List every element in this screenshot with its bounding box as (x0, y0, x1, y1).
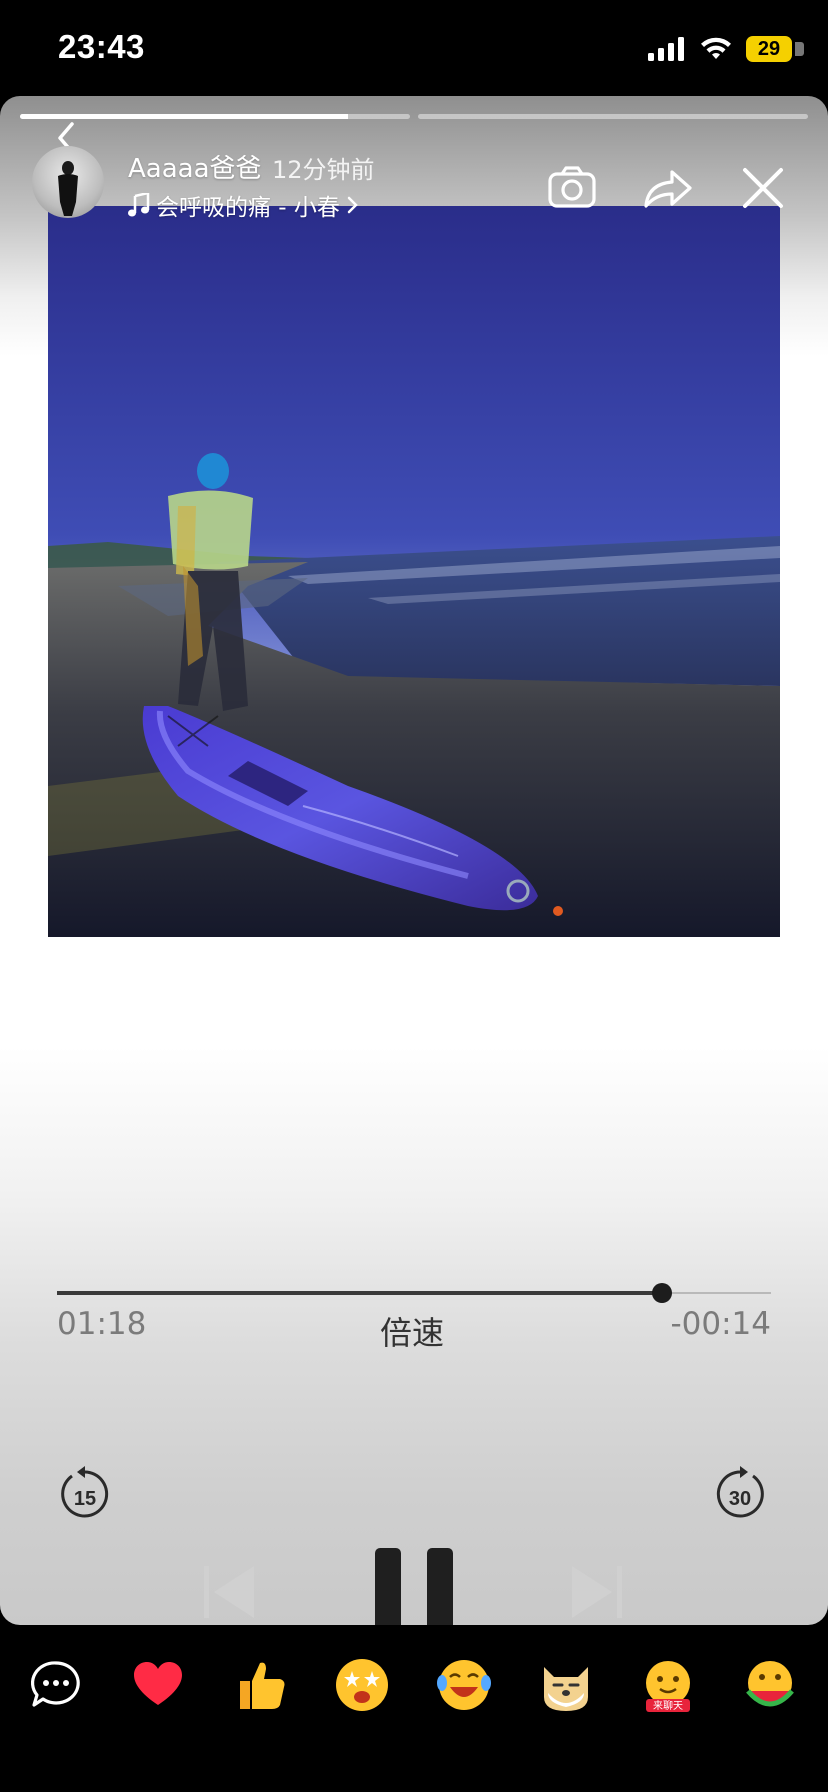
status-bar: 23:43 29 (0, 0, 828, 96)
hugging-chat-emoji[interactable]: 来聊天 (640, 1657, 696, 1713)
comment-bubble-icon[interactable] (28, 1657, 84, 1713)
music-info[interactable]: 会呼吸的痛 - 小春 (128, 188, 360, 222)
cellular-signal-icon (648, 37, 684, 61)
status-time: 23:43 (58, 28, 145, 65)
camera-icon[interactable] (546, 162, 598, 214)
watermelon-emoji[interactable] (742, 1657, 798, 1713)
forward-label: 30 (729, 1488, 751, 1510)
hugging-chat-badge: 来聊天 (653, 1699, 683, 1712)
battery-level: 29 (757, 37, 781, 60)
story-header: Aaaaa爸爸 12分钟前 会呼吸的痛 - 小春 (0, 96, 828, 296)
story-photo (48, 206, 780, 937)
avatar[interactable] (32, 146, 104, 218)
time-remaining: -00:14 (670, 1306, 771, 1342)
wifi-icon (701, 37, 731, 59)
share-icon[interactable] (642, 162, 694, 214)
thumbs-up-emoji[interactable] (232, 1657, 288, 1713)
star-eyes-emoji[interactable] (334, 1657, 390, 1713)
reaction-bar: 来聊天 (0, 1625, 828, 1792)
scrubber-knob[interactable] (652, 1283, 673, 1303)
story-card: Aaaaa爸爸 12分钟前 会呼吸的痛 - 小春 01:18 倍速 -00:14… (0, 96, 828, 1625)
laughing-tears-emoji[interactable] (436, 1657, 492, 1713)
previous-track-icon[interactable] (202, 1564, 258, 1620)
post-time: 12分钟前 (272, 156, 375, 184)
rewind-15-icon[interactable]: 15 (58, 1464, 112, 1522)
forward-30-icon[interactable]: 30 (713, 1464, 767, 1522)
status-icons: 29 (648, 34, 804, 64)
time-elapsed: 01:18 (57, 1306, 147, 1342)
next-track-icon[interactable] (568, 1564, 624, 1620)
battery-icon: 29 (746, 36, 804, 62)
close-icon[interactable] (737, 162, 789, 214)
user-name[interactable]: Aaaaa爸爸 (128, 148, 262, 185)
playback-scrubber[interactable] (57, 1281, 771, 1305)
doge-emoji[interactable] (538, 1657, 594, 1713)
chevron-right-icon (347, 196, 358, 214)
heart-icon[interactable] (130, 1657, 186, 1713)
rewind-label: 15 (74, 1488, 96, 1510)
screen: 23:43 29 Aaaaa爸爸 12分钟前 会呼吸的痛 - 小春 01:18 … (0, 0, 828, 1792)
pause-icon[interactable] (373, 1546, 455, 1625)
music-note-icon (128, 193, 150, 217)
speed-button[interactable]: 倍速 (380, 1308, 444, 1354)
scrubber-played (57, 1291, 663, 1295)
music-title: 会呼吸的痛 - 小春 (156, 195, 340, 221)
